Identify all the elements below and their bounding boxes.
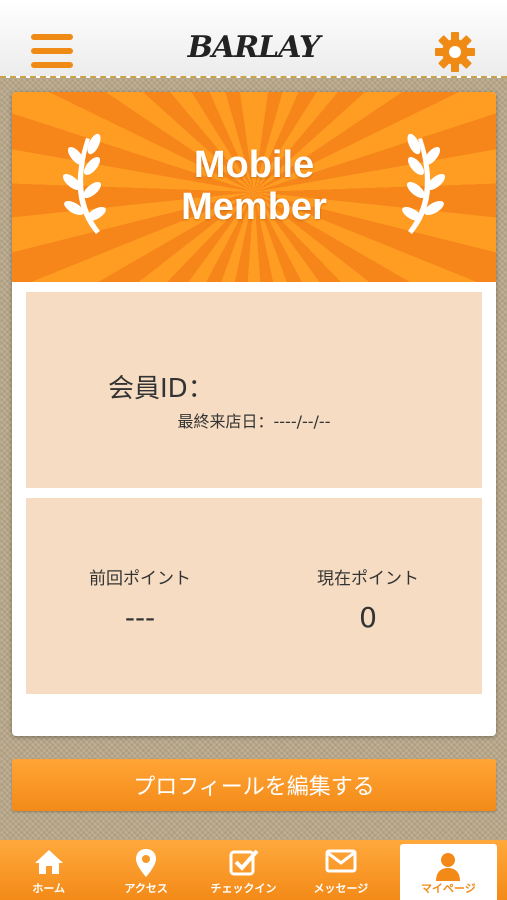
home-icon	[34, 850, 63, 874]
previous-points: 前回ポイント ---	[26, 564, 254, 634]
current-points-value: 0	[359, 601, 377, 634]
app-logo: BARLAY	[187, 30, 321, 65]
member-id-label: 会員ID：	[108, 374, 214, 404]
checkbox-icon	[229, 849, 259, 876]
tab-checkin[interactable]: チェックイン	[195, 840, 292, 900]
tab-message[interactable]: メッセージ	[292, 840, 389, 900]
member-card: Mobile Member 会員ID： 最終来店日：----/--/-- 前回ポ…	[12, 92, 496, 736]
banner-title-line2: Member	[181, 186, 327, 228]
map-pin-icon	[136, 849, 157, 877]
current-points: 現在ポイント 0	[254, 564, 482, 634]
banner-title-line1: Mobile	[193, 144, 315, 186]
gear-icon[interactable]	[434, 31, 476, 73]
tab-access[interactable]: アクセス	[97, 840, 194, 900]
tab-mypage-label: マイページ	[420, 882, 476, 895]
user-icon	[436, 853, 461, 881]
banner-title: Mobile Member	[12, 144, 496, 228]
tab-checkin-label: チェックイン	[210, 882, 277, 895]
tab-access-label: アクセス	[124, 882, 168, 895]
points-panel: 前回ポイント --- 現在ポイント 0	[26, 498, 482, 694]
member-id-panel: 会員ID： 最終来店日：----/--/--	[26, 292, 482, 488]
previous-points-label: 前回ポイント	[89, 569, 191, 589]
tab-mypage[interactable]: マイページ	[399, 844, 498, 900]
tab-home[interactable]: ホーム	[0, 840, 97, 900]
current-points-label: 現在ポイント	[317, 569, 419, 589]
member-banner: Mobile Member	[12, 92, 496, 282]
edit-profile-button[interactable]: プロフィールを編集する	[12, 759, 496, 811]
last-visit-label: 最終来店日：----/--/--	[177, 412, 331, 431]
bottom-tab-bar: ホーム アクセス チェックイン メッセージ マイページ	[0, 840, 507, 900]
tab-home-label: ホーム	[32, 882, 66, 895]
envelope-icon	[325, 849, 357, 873]
tab-message-label: メッセージ	[313, 882, 369, 895]
previous-points-value: ---	[124, 601, 156, 634]
app-header: BARLAY	[0, 0, 507, 78]
